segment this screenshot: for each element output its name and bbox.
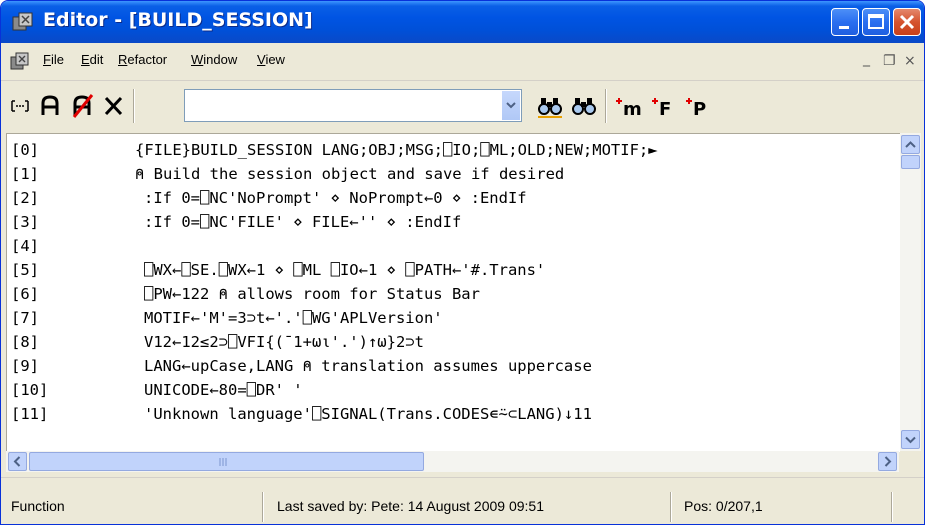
close-icon <box>899 14 915 30</box>
minimize-icon <box>839 26 849 29</box>
status-divider <box>262 492 264 522</box>
vertical-scroll-thumb[interactable] <box>901 155 920 169</box>
chevron-left-icon <box>13 456 21 467</box>
status-divider <box>670 492 672 522</box>
svg-text:m: m <box>623 99 642 119</box>
line-number: [8] <box>11 333 39 351</box>
close-button[interactable] <box>893 8 921 36</box>
combo-dropdown-button[interactable] <box>501 91 520 120</box>
line-text: UNICODE←80=⎕DR' ' <box>144 381 303 399</box>
status-bar: Function Last saved by: Pete: 14 August … <box>1 477 924 524</box>
line-number: [11] <box>11 405 49 423</box>
line-number: [0] <box>11 141 39 159</box>
scroll-left-button[interactable] <box>8 452 27 471</box>
add-method-icon[interactable]: m <box>615 93 645 119</box>
dyalog-app-icon <box>12 12 33 31</box>
search-combo[interactable] <box>184 89 522 122</box>
toggle-a-icon[interactable] <box>39 93 61 119</box>
line-number: [2] <box>11 189 39 207</box>
chevron-up-icon <box>905 141 916 148</box>
code-editor[interactable]: [0] {FILE}BUILD_SESSION LANG;OBJ;MSG;⎕IO;… <box>6 133 900 452</box>
delete-x-icon[interactable] <box>102 93 124 119</box>
line-text: :If 0=⎕NC'FILE' ⋄ FILE←'' ⋄ :EndIf <box>144 213 462 231</box>
line-number: [5] <box>11 261 39 279</box>
scrollbar-corner <box>900 451 921 472</box>
line-text: V12←12≤2⊃⎕VFI{(¯1+ω⍳'.')↑ω}2⊃t <box>144 333 424 351</box>
scroll-down-button[interactable] <box>901 430 920 449</box>
line-text: ⎕WX←⎕SE.⎕WX←1 ⋄ ⎕ML ⎕IO←1 ⋄ ⎕PATH←'#.Tra… <box>144 261 546 279</box>
line-text: {FILE}BUILD_SESSION LANG;OBJ;MSG;⎕IO;⎕ML… <box>135 141 658 159</box>
svg-text:P: P <box>693 99 706 119</box>
minimize-button[interactable] <box>831 8 859 36</box>
line-text: 'Unknown language'⎕SIGNAL(Trans.CODES∊⍨⊂… <box>144 405 592 423</box>
line-text: ⍝ Build the session object and save if d… <box>135 165 565 183</box>
menu-file[interactable]: File <box>43 52 64 67</box>
maximize-button[interactable] <box>862 8 890 36</box>
window-title: Editor - [BUILD_SESSION] <box>43 9 313 31</box>
scroll-up-button[interactable] <box>901 135 920 154</box>
horizontal-scrollbar[interactable] <box>6 451 899 472</box>
line-number: [6] <box>11 285 39 303</box>
add-property-icon[interactable]: P <box>685 93 713 119</box>
chevron-down-icon <box>905 436 916 444</box>
grip-icon <box>219 458 227 466</box>
line-number: [7] <box>11 309 39 327</box>
mdi-restore-button[interactable]: ❐ <box>883 53 896 69</box>
line-number: [1] <box>11 165 39 183</box>
status-position: Pos: 0/207,1 <box>684 498 763 514</box>
menu-view[interactable]: View <box>257 52 285 67</box>
line-text: LANG←upCase,LANG ⍝ translation assumes u… <box>144 357 592 375</box>
find-icon[interactable] <box>537 93 563 119</box>
chevron-down-icon <box>506 102 516 109</box>
editor-window: Editor - [BUILD_SESSION] File Edit Refac… <box>0 0 925 525</box>
line-text: ⎕PW←122 ⍝ allows room for Status Bar <box>144 285 480 303</box>
menu-refactor[interactable]: Refactor <box>118 52 167 67</box>
line-text: :If 0=⎕NC'NoPrompt' ⋄ NoPrompt←0 ⋄ :EndI… <box>144 189 527 207</box>
mdi-minimize-button[interactable]: _ <box>863 51 870 67</box>
scroll-right-button[interactable] <box>878 452 897 471</box>
chevron-right-icon <box>884 456 892 467</box>
select-lines-icon[interactable] <box>9 93 31 119</box>
vertical-scrollbar[interactable] <box>900 133 921 451</box>
menu-window[interactable]: Window <box>191 52 237 67</box>
line-number: [9] <box>11 357 39 375</box>
line-number: [3] <box>11 213 39 231</box>
status-last-saved: Last saved by: Pete: 14 August 2009 09:5… <box>277 498 544 514</box>
toolbar-separator <box>133 89 135 123</box>
title-bar[interactable]: Editor - [BUILD_SESSION] <box>1 1 924 43</box>
child-window-icon[interactable] <box>9 51 31 71</box>
find-next-icon[interactable] <box>571 93 597 119</box>
status-divider <box>891 492 893 522</box>
line-number: [10] <box>11 381 49 399</box>
line-text: MOTIF←'M'=3⊃t←'.'⎕WG'APLVersion' <box>144 309 443 327</box>
menu-edit[interactable]: Edit <box>81 52 103 67</box>
line-number: [4] <box>11 237 39 255</box>
svg-text:F: F <box>659 99 671 119</box>
horizontal-scroll-thumb[interactable] <box>29 452 424 471</box>
mdi-close-button[interactable]: × <box>904 53 916 69</box>
menu-bar: File Edit Refactor Window View _ ❐ × <box>1 43 924 81</box>
maximize-icon <box>868 14 884 29</box>
clear-a-icon[interactable] <box>71 93 95 119</box>
toolbar-separator <box>605 89 607 123</box>
add-function-icon[interactable]: F <box>651 93 679 119</box>
status-object-type: Function <box>11 498 65 514</box>
